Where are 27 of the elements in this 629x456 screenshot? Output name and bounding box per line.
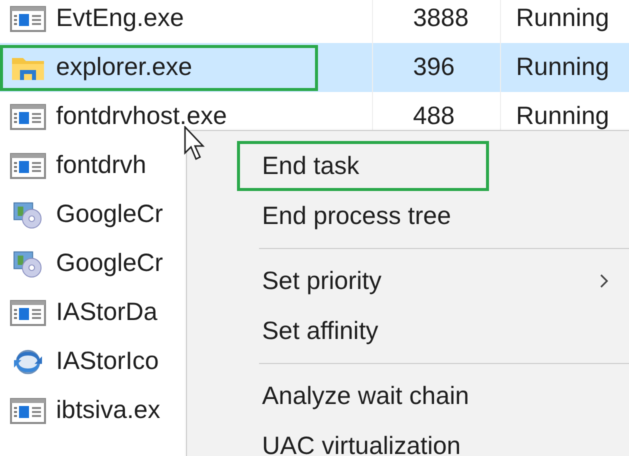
process-name: IAStorDa <box>56 298 158 327</box>
menu-item[interactable]: UAC virtualization <box>187 421 629 456</box>
process-name: ibtsiva.ex <box>56 396 160 425</box>
process-status: Running <box>516 102 610 131</box>
menu-item[interactable]: Analyze wait chain <box>187 371 629 421</box>
app-window-icon <box>10 396 46 424</box>
app-window-icon <box>10 298 46 326</box>
process-name: GoogleCr <box>56 200 163 229</box>
process-name: fontdrvhost.exe <box>56 102 227 131</box>
process-id: 396 <box>413 53 455 82</box>
app-window-icon <box>10 102 46 130</box>
process-id: 488 <box>413 102 455 131</box>
process-id: 3888 <box>413 4 469 33</box>
menu-item[interactable]: End process tree <box>187 191 629 241</box>
process-status: Running <box>516 4 610 33</box>
process-name: fontdrvh <box>56 151 146 180</box>
menu-item[interactable]: End task <box>237 141 489 191</box>
process-row[interactable]: explorer.exe 396 Running <box>0 43 629 92</box>
process-status: Running <box>516 53 610 82</box>
menu-item[interactable]: Set priority <box>187 256 629 306</box>
menu-item[interactable]: Set affinity <box>187 306 629 356</box>
process-name: explorer.exe <box>56 53 192 82</box>
process-name: EvtEng.exe <box>56 4 184 33</box>
app-window-icon <box>10 152 46 180</box>
app-window-icon <box>10 4 46 32</box>
process-name: GoogleCr <box>56 249 163 278</box>
process-name: IAStorIco <box>56 347 159 376</box>
